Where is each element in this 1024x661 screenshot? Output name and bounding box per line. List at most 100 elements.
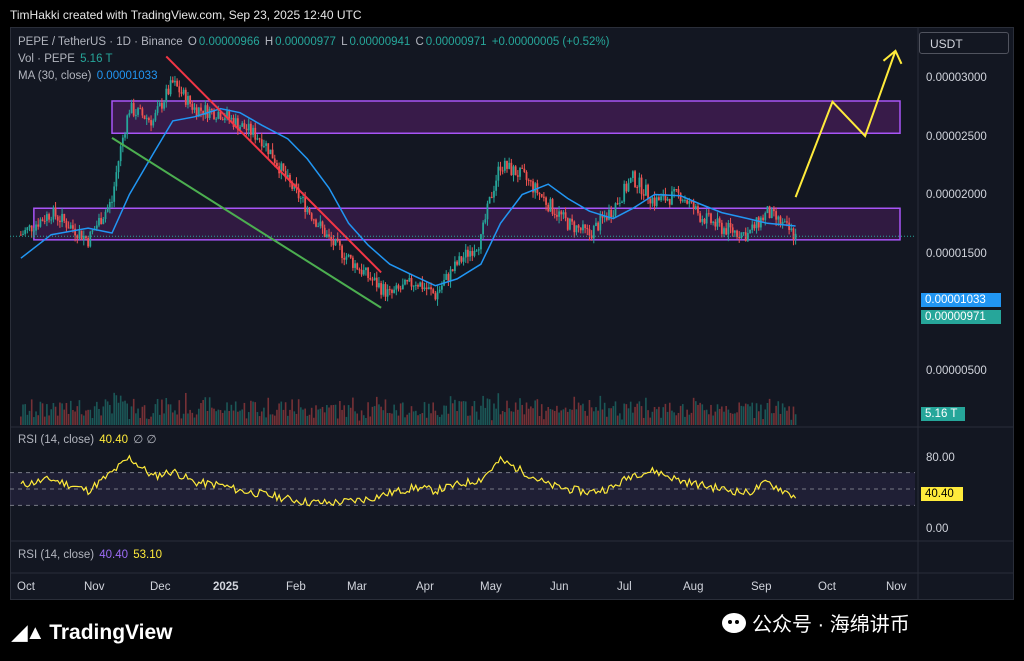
rsi-label[interactable]: RSI (14, close) (18, 434, 94, 446)
candle-body (438, 289, 441, 292)
candle-body (575, 225, 578, 233)
volume-bar (306, 415, 309, 425)
volume-bar (766, 402, 769, 425)
volume-bar (200, 403, 202, 425)
volume-bar (597, 410, 599, 425)
candle-body (425, 287, 428, 290)
candle-body (427, 287, 430, 290)
candle-body (54, 207, 57, 217)
volume-bar (779, 413, 782, 425)
volume-bar (469, 415, 471, 425)
volume-bar (59, 402, 61, 425)
volume-bar (176, 414, 178, 425)
symbol-label[interactable]: PEPE / TetherUS · 1D · Binance (18, 36, 183, 48)
volume-bar (642, 417, 645, 425)
volume-bar (751, 402, 754, 425)
volume-bar (488, 399, 491, 425)
candle-body (171, 80, 174, 83)
volume-bar (78, 400, 81, 425)
candle-body (369, 277, 372, 280)
volume-bar (204, 397, 207, 425)
candle-body (764, 212, 767, 221)
volume-bar (46, 404, 48, 425)
candle-body (573, 221, 576, 233)
candle-body (775, 211, 778, 220)
x-tick: Aug (683, 581, 704, 593)
candle-body (692, 201, 695, 210)
volume-bar (132, 398, 135, 425)
volume-bar (198, 408, 200, 425)
volume-bar (139, 417, 142, 425)
volume-bar (406, 414, 408, 425)
candle-body (187, 96, 189, 105)
candle-body (592, 225, 595, 239)
rsi-extras: ∅ ∅ (133, 434, 157, 446)
candle-body (126, 115, 129, 135)
candle-body (560, 211, 563, 215)
rsi2-label[interactable]: RSI (14, close) (18, 549, 94, 561)
candle-body (330, 236, 333, 241)
volume-bar (208, 397, 211, 425)
volume-bar (349, 407, 352, 425)
candle-body (768, 206, 771, 219)
candle-body (569, 218, 571, 230)
tradingview-brand[interactable]: ◢▲ TradingView (12, 620, 173, 645)
volume-bar (666, 411, 669, 425)
candle-body (753, 224, 756, 229)
candle-body (362, 270, 365, 275)
candle-body (660, 196, 662, 201)
currency-button[interactable]: USDT (919, 32, 1009, 54)
volume-bar (736, 412, 738, 425)
volume-bar (477, 419, 480, 425)
candle-body (586, 228, 589, 230)
y-tick: 0.00000500 (926, 365, 987, 377)
open-value: 0.00000966 (198, 36, 260, 48)
volume-bar (371, 406, 374, 425)
volume-bar (334, 404, 337, 425)
volume-bar (625, 404, 628, 425)
candle-body (582, 224, 584, 231)
candle-body (723, 228, 725, 234)
candle-body (423, 287, 426, 290)
volume-bar (152, 413, 155, 425)
volume-bar (716, 404, 719, 425)
candle-body (245, 128, 248, 131)
volume-bar (332, 404, 335, 425)
x-tick: Dec (150, 581, 171, 593)
chart-svg[interactable] (0, 0, 1024, 661)
volume-bar (703, 410, 706, 425)
volume-bar (289, 409, 291, 425)
volume-bar (679, 405, 682, 425)
volume-bar (347, 405, 350, 425)
volume-bar (148, 419, 150, 425)
volume-bar (438, 416, 441, 425)
low-label: L (341, 36, 348, 48)
candle-body (37, 224, 40, 227)
volume-bar (560, 410, 563, 425)
volume-label[interactable]: Vol · PEPE (18, 53, 75, 65)
volume-bar (56, 415, 59, 425)
volume-bar (762, 419, 764, 425)
volume-bar (493, 403, 495, 425)
volume-bar (757, 411, 760, 425)
candle-body (529, 180, 532, 182)
volume-bar (171, 412, 174, 425)
candle-body (430, 287, 432, 290)
candle-body (317, 225, 320, 227)
candle-body (206, 105, 209, 118)
volume-bar (124, 400, 126, 425)
volume-bar (634, 406, 636, 425)
candle-body (547, 204, 550, 212)
ma-label[interactable]: MA (30, close) (18, 70, 92, 82)
volume-bar (369, 416, 372, 425)
volume-bar (119, 395, 122, 425)
volume-bar (783, 407, 786, 425)
candle-body (447, 274, 450, 282)
volume-bar (402, 402, 404, 425)
volume-bar (514, 402, 517, 425)
volume-bar (421, 413, 424, 425)
candle-body (697, 206, 699, 214)
volume-legend: Vol · PEPE 5.16 T (18, 53, 115, 65)
candle-body (178, 86, 181, 93)
volume-bar (794, 414, 797, 425)
